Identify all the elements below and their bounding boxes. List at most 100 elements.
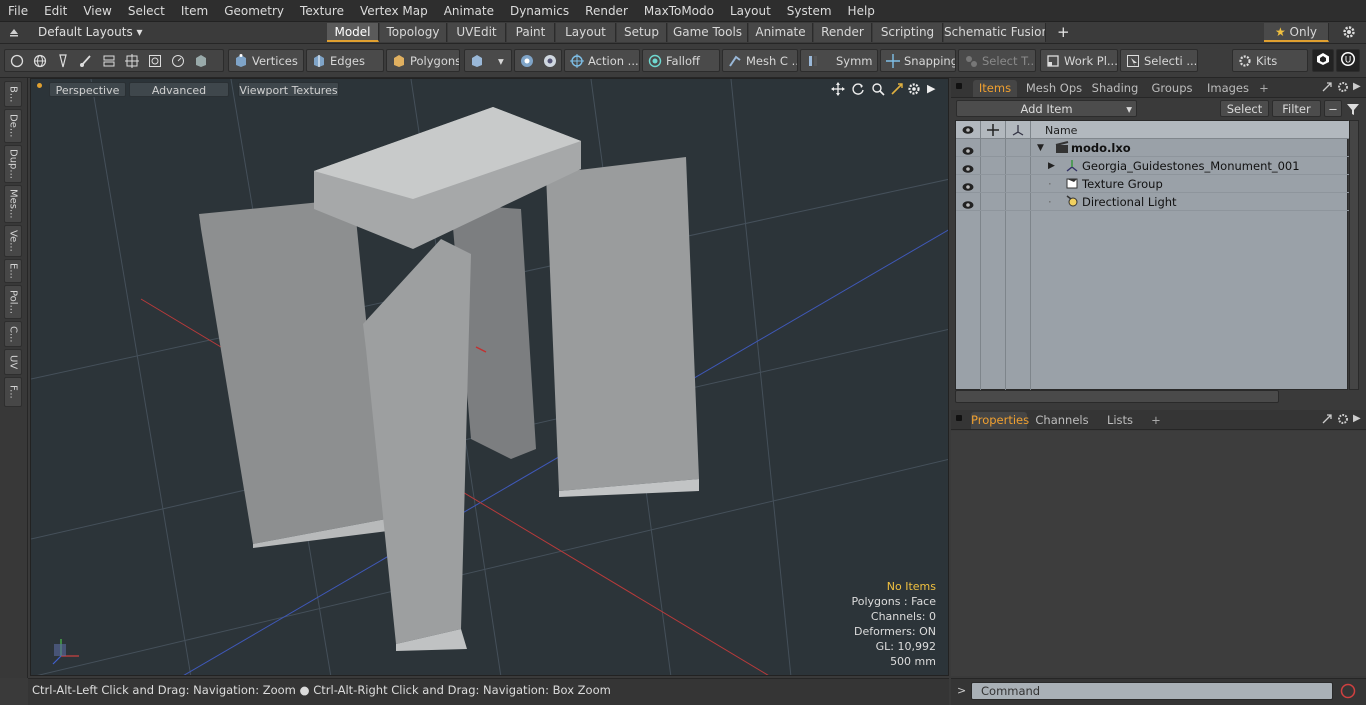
material-mode-button[interactable]: ▾ (464, 49, 512, 72)
add-panel-tab-icon[interactable]: + (1257, 80, 1271, 97)
advanced-button[interactable]: Advanced (129, 82, 229, 97)
tab-lists[interactable]: Lists (1097, 412, 1143, 429)
visibility-column-icon[interactable] (962, 125, 974, 138)
tab-model[interactable]: Model (327, 23, 379, 42)
menu-system[interactable]: System (779, 0, 840, 22)
vtab-uv[interactable]: UV (4, 349, 22, 375)
pan-icon[interactable] (831, 82, 845, 99)
eye-icon[interactable] (962, 161, 974, 173)
tab-paint[interactable]: Paint (507, 23, 555, 42)
menu-render[interactable]: Render (577, 0, 636, 22)
item-list-horizontal-scrollbar[interactable] (955, 390, 1279, 403)
vtab-vertex[interactable]: Ve... (4, 225, 22, 257)
selection-sets-button[interactable]: Selecti ... (1120, 49, 1198, 72)
symmetry-mode-group[interactable] (514, 49, 562, 72)
name-column-header[interactable]: Name (1045, 124, 1077, 137)
add-panel-tab-icon[interactable]: + (1149, 412, 1163, 429)
tab-shading[interactable]: Shading (1089, 80, 1141, 97)
select-through-button[interactable]: Select T... (958, 49, 1036, 72)
record-icon[interactable] (1340, 683, 1356, 702)
lock-column-icon[interactable] (987, 124, 999, 139)
collapse-button[interactable]: − (1324, 100, 1342, 117)
falloff-button[interactable]: Falloff (642, 49, 720, 72)
funnel-icon[interactable] (1346, 102, 1360, 119)
vtab-mesh[interactable]: Mes... (4, 185, 22, 223)
menu-texture[interactable]: Texture (292, 0, 352, 22)
viewport-gear-icon[interactable] (907, 82, 921, 99)
list-item[interactable]: ▶ Georgia_Guidestones_Monument_001 (956, 157, 1349, 175)
tab-schematic-fusion[interactable]: Schematic Fusion (944, 23, 1046, 42)
tab-layout[interactable]: Layout (556, 23, 616, 42)
chevron-right-icon[interactable]: ▶ (927, 82, 935, 95)
expand-arrow-icon[interactable]: ▶ (1048, 157, 1055, 175)
vtab-edge[interactable]: E... (4, 259, 22, 283)
expand-arrow-icon[interactable]: ▼ (1037, 139, 1044, 157)
tab-items[interactable]: Items (973, 80, 1017, 97)
menu-select[interactable]: Select (120, 0, 173, 22)
menu-view[interactable]: View (75, 0, 119, 22)
pivot-icon[interactable] (148, 54, 162, 68)
align-icon[interactable] (102, 54, 116, 68)
tab-properties[interactable]: Properties (971, 412, 1029, 429)
tab-topology[interactable]: Topology (380, 23, 447, 42)
menu-edit[interactable]: Edit (36, 0, 75, 22)
tab-render[interactable]: Render (814, 23, 872, 42)
list-item[interactable]: · Texture Group (956, 175, 1349, 193)
tab-channels[interactable]: Channels (1035, 412, 1089, 429)
panel-expand-icon[interactable] (1321, 81, 1333, 96)
only-toggle[interactable]: ★ Only (1264, 23, 1329, 42)
3d-viewport[interactable]: Perspective Advanced Viewport Textures ▶… (30, 78, 949, 676)
center-icon[interactable] (125, 53, 139, 68)
layout-up-icon[interactable] (8, 26, 20, 38)
select-button[interactable]: Select (1220, 100, 1269, 117)
vertices-button[interactable]: Vertices (228, 49, 304, 72)
symmetry-button[interactable]: Symm ... (800, 49, 878, 72)
menu-dynamics[interactable]: Dynamics (502, 0, 577, 22)
tab-uvedit[interactable]: UVEdit (448, 23, 506, 42)
render-column-icon[interactable] (1012, 124, 1024, 139)
vtab-basic[interactable]: B... (4, 81, 22, 107)
brush-icon[interactable] (79, 54, 93, 68)
timer-icon[interactable] (171, 54, 185, 68)
add-item-button[interactable]: Add Item ▾ (956, 100, 1137, 117)
vtab-duplicate[interactable]: Dup... (4, 145, 22, 183)
eye-icon[interactable] (962, 179, 974, 191)
edges-button[interactable]: Edges (306, 49, 384, 72)
menu-vertex-map[interactable]: Vertex Map (352, 0, 436, 22)
vtab-fusion[interactable]: F... (4, 377, 22, 407)
menu-file[interactable]: File (0, 0, 36, 22)
perspective-button[interactable]: Perspective (49, 82, 126, 97)
rotate-icon[interactable] (851, 82, 865, 99)
snapping-button[interactable]: Snapping (880, 49, 956, 72)
tab-groups[interactable]: Groups (1147, 80, 1197, 97)
item-mode-icon[interactable] (194, 54, 208, 68)
menu-layout[interactable]: Layout (722, 0, 779, 22)
vtab-deform[interactable]: De... (4, 109, 22, 143)
default-layouts-dropdown[interactable]: Default Layouts ▾ (38, 25, 143, 39)
kits-button[interactable]: Kits (1232, 49, 1308, 72)
eye-icon[interactable] (962, 197, 974, 209)
menu-animate[interactable]: Animate (436, 0, 502, 22)
pen-icon[interactable] (56, 53, 70, 68)
tab-mesh-ops[interactable]: Mesh Ops (1023, 80, 1085, 97)
eye-icon[interactable] (962, 143, 974, 155)
globe-icon[interactable] (33, 54, 47, 68)
tab-images[interactable]: Images (1203, 80, 1253, 97)
panel-gear-icon[interactable] (1337, 413, 1349, 428)
mesh-constraint-button[interactable]: Mesh C ... (722, 49, 798, 72)
menu-help[interactable]: Help (840, 0, 883, 22)
tab-game-tools[interactable]: Game Tools (668, 23, 748, 42)
zoom-icon[interactable] (871, 82, 885, 99)
circle-select-icon[interactable] (10, 54, 24, 68)
maximize-icon[interactable] (890, 82, 904, 99)
menu-item[interactable]: Item (173, 0, 216, 22)
tab-setup[interactable]: Setup (617, 23, 667, 42)
unity-button[interactable] (1312, 49, 1334, 72)
panel-menu-icon[interactable] (956, 415, 962, 421)
action-center-button[interactable]: Action ... (564, 49, 640, 72)
menu-geometry[interactable]: Geometry (216, 0, 292, 22)
panel-menu-icon[interactable] (956, 83, 962, 89)
list-item[interactable]: · Directional Light (956, 193, 1349, 211)
tab-scripting[interactable]: Scripting (873, 23, 943, 42)
menu-maxtomodo[interactable]: MaxToModo (636, 0, 722, 22)
